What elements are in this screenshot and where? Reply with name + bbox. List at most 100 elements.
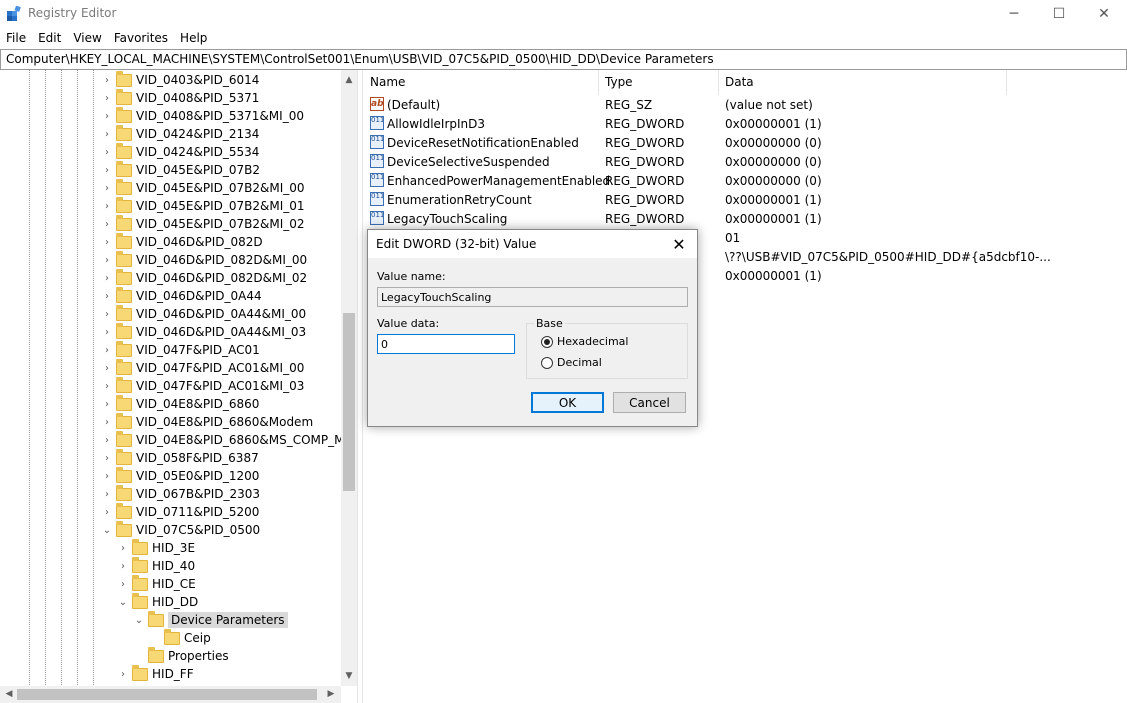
expand-chevron-icon[interactable]: › — [117, 539, 129, 557]
tree-item[interactable]: ⌄ HID_DD — [117, 592, 198, 611]
tree-item[interactable]: Ceip — [149, 628, 211, 647]
expand-chevron-icon[interactable]: › — [101, 125, 113, 143]
tree-item[interactable]: › VID_046D&PID_0A44&MI_00 — [101, 304, 306, 323]
expand-chevron-icon[interactable]: › — [101, 89, 113, 107]
value-data-input[interactable]: 0 — [377, 334, 515, 354]
tree-item[interactable]: › HID_FF — [117, 664, 194, 683]
expand-chevron-icon[interactable]: › — [101, 161, 113, 179]
expand-chevron-icon[interactable]: › — [101, 233, 113, 251]
expand-chevron-icon[interactable]: › — [101, 395, 113, 413]
scroll-left-icon[interactable]: ◀ — [1, 686, 17, 702]
expand-chevron-icon[interactable]: › — [101, 467, 113, 485]
expand-chevron-icon[interactable]: ⌄ — [101, 521, 113, 539]
menu-view[interactable]: View — [67, 29, 107, 49]
decimal-radio[interactable] — [541, 357, 553, 369]
expand-chevron-icon[interactable]: › — [101, 377, 113, 395]
tree-item[interactable]: › VID_045E&PID_07B2&MI_02 — [101, 214, 305, 233]
tree-item[interactable]: › VID_047F&PID_AC01&MI_00 — [101, 358, 304, 377]
expand-chevron-icon[interactable]: › — [117, 557, 129, 575]
expand-chevron-icon[interactable]: › — [101, 323, 113, 341]
menu-edit[interactable]: Edit — [32, 29, 67, 49]
expand-chevron-icon[interactable]: › — [101, 143, 113, 161]
cancel-button[interactable]: Cancel — [613, 392, 686, 413]
tree-item[interactable]: ⌄ VID_07C5&PID_0500 — [101, 520, 260, 539]
column-header-data[interactable]: Data — [719, 75, 1007, 95]
tree-item[interactable]: › VID_045E&PID_07B2 — [101, 160, 260, 179]
dialog-close-button[interactable]: ✕ — [667, 232, 691, 256]
tree-item[interactable]: › VID_067B&PID_2303 — [101, 484, 260, 503]
tree-item[interactable]: › HID_3E — [117, 538, 195, 557]
tree-item[interactable]: › VID_04E8&PID_6860&MS_COMP_MTP& — [101, 430, 357, 449]
scroll-up-icon[interactable]: ▲ — [341, 72, 357, 88]
tree-item[interactable]: ⌄ Device Parameters — [133, 610, 288, 629]
value-row[interactable]: 011 AllowIdleIrpInD3 REG_DWORD 0x00000001 (… — [364, 115, 1127, 134]
tree-item[interactable]: › VID_047F&PID_AC01&MI_03 — [101, 376, 304, 395]
expand-chevron-icon[interactable]: › — [101, 305, 113, 323]
value-row[interactable]: 011 EnumerationRetryCount REG_DWORD 0x00000… — [364, 191, 1127, 210]
value-row[interactable]: 011 DeviceResetNotificationEnabled REG_DWO… — [364, 134, 1127, 153]
expand-chevron-icon[interactable]: › — [101, 341, 113, 359]
expand-chevron-icon[interactable]: › — [101, 179, 113, 197]
tree-item[interactable]: › VID_045E&PID_07B2&MI_00 — [101, 178, 305, 197]
tree-item[interactable]: › VID_047F&PID_AC01 — [101, 340, 260, 359]
column-header-type[interactable]: Type — [599, 75, 717, 95]
expand-chevron-icon[interactable]: › — [101, 449, 113, 467]
expand-chevron-icon[interactable]: ⌄ — [133, 611, 145, 629]
tree-item[interactable]: › VID_04E8&PID_6860&Modem — [101, 412, 313, 431]
expand-chevron-icon[interactable]: › — [101, 287, 113, 305]
expand-chevron-icon[interactable]: ⌄ — [117, 593, 129, 611]
value-row[interactable]: 011 LegacyTouchScaling REG_DWORD 0x00000001… — [364, 210, 1127, 229]
expand-chevron-icon[interactable]: › — [117, 575, 129, 593]
maximize-button[interactable]: ☐ — [1036, 0, 1082, 28]
tree-item[interactable]: › VID_0424&PID_5534 — [101, 142, 259, 161]
vertical-scroll-thumb[interactable] — [343, 313, 355, 491]
menu-favorites[interactable]: Favorites — [108, 29, 174, 49]
tree-item[interactable]: › VID_046D&PID_082D&MI_00 — [101, 250, 307, 269]
tree-item[interactable]: › VID_0711&PID_5200 — [101, 502, 259, 521]
tree-horizontal-scrollbar[interactable]: ◀ ▶ — [0, 686, 341, 703]
decimal-label[interactable]: Decimal — [557, 356, 602, 369]
horizontal-scroll-thumb[interactable] — [17, 689, 317, 700]
tree-item[interactable]: › HID_CE — [117, 574, 196, 593]
expand-chevron-icon[interactable]: › — [101, 431, 113, 449]
expand-chevron-icon[interactable]: › — [101, 269, 113, 287]
tree-item[interactable]: › VID_0408&PID_5371 — [101, 88, 259, 107]
tree-item[interactable]: › VID_04E8&PID_6860 — [101, 394, 259, 413]
tree-item[interactable]: › VID_0424&PID_2134 — [101, 124, 259, 143]
tree-vertical-scrollbar[interactable]: ▲ ▼ — [341, 70, 357, 686]
value-row[interactable]: ab (Default) REG_SZ (value not set) — [364, 96, 1127, 115]
tree-item[interactable]: › VID_058F&PID_6387 — [101, 448, 259, 467]
tree-item[interactable]: › VID_046D&PID_082D&MI_02 — [101, 268, 307, 287]
hexadecimal-radio[interactable] — [541, 336, 553, 348]
column-header-name[interactable]: Name — [364, 75, 598, 95]
tree-item[interactable]: Properties — [133, 646, 229, 665]
expand-chevron-icon[interactable]: › — [101, 359, 113, 377]
hexadecimal-label[interactable]: Hexadecimal — [557, 335, 628, 348]
expand-chevron-icon[interactable]: › — [101, 485, 113, 503]
minimize-button[interactable]: ─ — [991, 0, 1037, 28]
tree-item[interactable]: › VID_0403&PID_6014 — [101, 70, 259, 89]
scroll-right-icon[interactable]: ▶ — [323, 686, 339, 702]
tree-item[interactable]: › VID_05E0&PID_1200 — [101, 466, 259, 485]
pane-splitter[interactable] — [357, 70, 363, 703]
expand-chevron-icon[interactable]: › — [101, 503, 113, 521]
menu-file[interactable]: File — [0, 29, 32, 49]
tree-item[interactable]: › VID_046D&PID_0A44&MI_03 — [101, 322, 306, 341]
close-window-button[interactable]: ✕ — [1081, 0, 1127, 28]
address-bar[interactable]: Computer\HKEY_LOCAL_MACHINE\SYSTEM\Contr… — [0, 49, 1127, 70]
tree-item[interactable]: › VID_045E&PID_07B2&MI_01 — [101, 196, 305, 215]
menu-help[interactable]: Help — [174, 29, 213, 49]
column-divider[interactable] — [1006, 70, 1007, 95]
expand-chevron-icon[interactable]: › — [101, 107, 113, 125]
ok-button[interactable]: OK — [531, 392, 604, 413]
expand-chevron-icon[interactable]: › — [101, 197, 113, 215]
tree-item[interactable]: › VID_046D&PID_082D — [101, 232, 263, 251]
scroll-down-icon[interactable]: ▼ — [341, 668, 357, 684]
tree-item[interactable]: › VID_0408&PID_5371&MI_00 — [101, 106, 304, 125]
expand-chevron-icon[interactable]: › — [101, 413, 113, 431]
tree-item[interactable]: › HID_40 — [117, 556, 195, 575]
expand-chevron-icon[interactable]: › — [101, 251, 113, 269]
expand-chevron-icon[interactable]: › — [117, 665, 129, 683]
expand-chevron-icon[interactable]: › — [101, 215, 113, 233]
value-row[interactable]: 011 DeviceSelectiveSuspended REG_DWORD 0x00… — [364, 153, 1127, 172]
